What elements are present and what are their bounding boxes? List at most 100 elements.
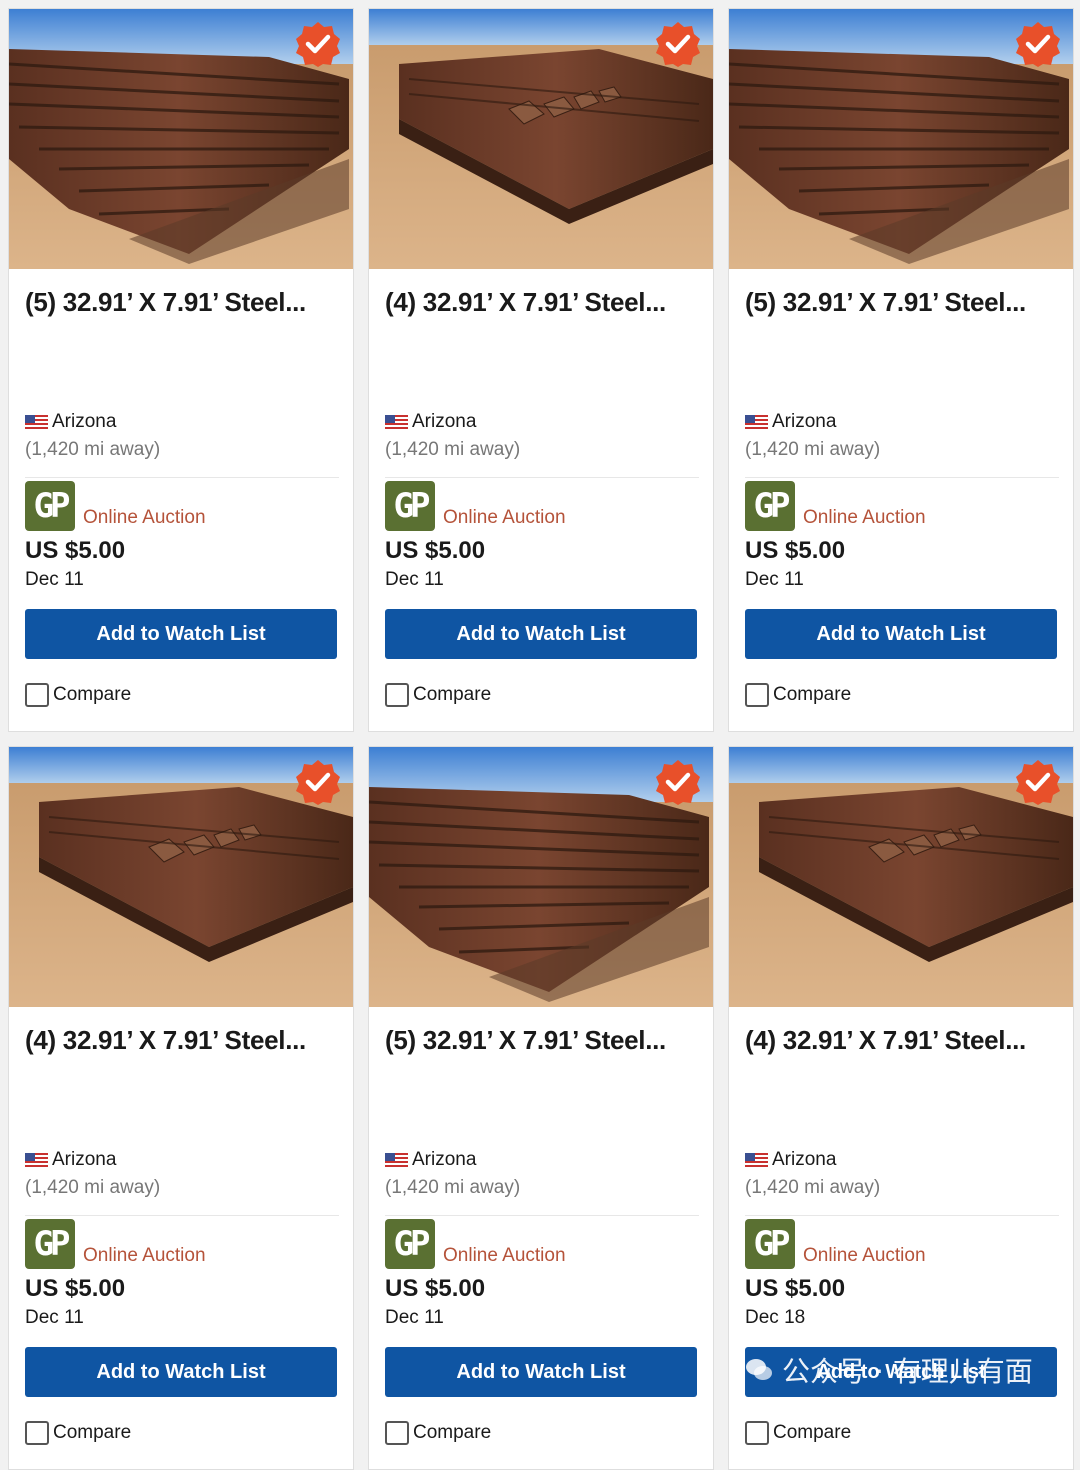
price: US $5.00	[25, 537, 126, 564]
sale-date: Dec 11	[25, 1307, 84, 1328]
add-to-watch-list-button[interactable]: Add to Watch List	[385, 1347, 697, 1397]
listing-title[interactable]: (5) 32.91’ X 7.91’ Steel...	[25, 287, 306, 318]
location-label: Arizona	[412, 411, 477, 432]
us-flag-icon	[25, 1152, 48, 1168]
add-to-watch-list-button[interactable]: Add to Watch List	[25, 1347, 337, 1397]
listing-title[interactable]: (5) 32.91’ X 7.91’ Steel...	[385, 1025, 666, 1056]
listing-photo[interactable]	[729, 9, 1073, 269]
us-flag-icon	[745, 414, 768, 430]
compare-checkbox[interactable]	[745, 683, 769, 707]
compare-toggle[interactable]: Compare	[25, 1421, 131, 1445]
compare-label: Compare	[413, 1422, 492, 1443]
add-to-watch-list-button[interactable]: Add to Watch List	[25, 609, 337, 659]
compare-toggle[interactable]: Compare	[385, 683, 491, 707]
listing-title[interactable]: (4) 32.91’ X 7.91’ Steel...	[25, 1025, 306, 1056]
us-flag-icon	[385, 1152, 408, 1168]
watermark: 公众号 · 有理儿有面	[744, 1350, 1033, 1390]
add-to-watch-list-button[interactable]: Add to Watch List	[745, 609, 1057, 659]
location-label: Arizona	[772, 1149, 837, 1170]
wechat-icon	[746, 1359, 772, 1380]
sale-type: Online Auction	[83, 1245, 206, 1266]
location: Arizona	[25, 1149, 116, 1171]
listing-title[interactable]: (4) 32.91’ X 7.91’ Steel...	[385, 287, 666, 318]
sale-date: Dec 11	[25, 569, 84, 590]
listing-photo[interactable]	[9, 747, 353, 1007]
listing-photo[interactable]	[729, 747, 1073, 1007]
verified-badge-icon	[656, 22, 700, 67]
price: US $5.00	[25, 1275, 126, 1302]
compare-checkbox[interactable]	[385, 683, 409, 707]
compare-checkbox[interactable]	[745, 1421, 769, 1445]
compare-toggle[interactable]: Compare	[745, 683, 851, 707]
distance: (1,420 mi away)	[25, 1177, 161, 1198]
sale-type: Online Auction	[83, 507, 206, 528]
us-flag-icon	[385, 414, 408, 430]
add-to-watch-list-button[interactable]: Add to Watch List	[385, 609, 697, 659]
sale-date: Dec 11	[385, 1307, 444, 1328]
divider	[385, 1215, 699, 1216]
distance: (1,420 mi away)	[385, 1177, 521, 1198]
seller-logo[interactable]: GP	[385, 1219, 435, 1269]
compare-checkbox[interactable]	[25, 683, 49, 707]
compare-label: Compare	[773, 1422, 852, 1443]
compare-label: Compare	[53, 684, 132, 705]
price: US $5.00	[385, 537, 486, 564]
compare-checkbox[interactable]	[385, 1421, 409, 1445]
compare-toggle[interactable]: Compare	[385, 1421, 491, 1445]
divider	[25, 477, 339, 478]
price: US $5.00	[745, 1275, 846, 1302]
sale-date: Dec 11	[745, 569, 804, 590]
sale-date: Dec 18	[745, 1307, 806, 1328]
seller-logo[interactable]: GP	[745, 1219, 795, 1269]
sale-type: Online Auction	[443, 1245, 566, 1266]
distance: (1,420 mi away)	[745, 439, 881, 460]
price: US $5.00	[385, 1275, 486, 1302]
listing-title[interactable]: (4) 32.91’ X 7.91’ Steel...	[745, 1025, 1026, 1056]
listing-card[interactable]: (4) 32.91’ X 7.91’ Steel... Arizona (1,4…	[8, 746, 354, 1470]
distance: (1,420 mi away)	[25, 439, 161, 460]
compare-checkbox[interactable]	[25, 1421, 49, 1445]
seller-logo[interactable]: GP	[25, 481, 75, 531]
location-label: Arizona	[52, 1149, 117, 1170]
seller-logo[interactable]: GP	[25, 1219, 75, 1269]
listing-card[interactable]: (4) 32.91’ X 7.91’ Steel... Arizona (1,4…	[368, 8, 714, 732]
sale-type: Online Auction	[443, 507, 566, 528]
listing-card[interactable]: (5) 32.91’ X 7.91’ Steel... Arizona (1,4…	[8, 8, 354, 732]
divider	[25, 1215, 339, 1216]
compare-label: Compare	[53, 1422, 132, 1443]
compare-label: Compare	[413, 684, 492, 705]
listing-card[interactable]: (5) 32.91’ X 7.91’ Steel... Arizona (1,4…	[368, 746, 714, 1470]
verified-badge-icon	[1016, 22, 1060, 67]
us-flag-icon	[25, 414, 48, 430]
verified-badge-icon	[656, 760, 700, 805]
location: Arizona	[385, 1149, 476, 1171]
seller-logo[interactable]: GP	[385, 481, 435, 531]
location-label: Arizona	[52, 411, 117, 432]
sale-type: Online Auction	[803, 507, 926, 528]
compare-label: Compare	[773, 684, 852, 705]
location-label: Arizona	[412, 1149, 477, 1170]
verified-badge-icon	[296, 760, 340, 805]
listing-card[interactable]: (5) 32.91’ X 7.91’ Steel... Arizona (1,4…	[728, 8, 1074, 732]
sale-type: Online Auction	[803, 1245, 926, 1266]
listing-title[interactable]: (5) 32.91’ X 7.91’ Steel...	[745, 287, 1026, 318]
compare-toggle[interactable]: Compare	[25, 683, 131, 707]
us-flag-icon	[745, 1152, 768, 1168]
location-label: Arizona	[772, 411, 837, 432]
compare-toggle[interactable]: Compare	[745, 1421, 851, 1445]
divider	[385, 477, 699, 478]
verified-badge-icon	[1016, 760, 1060, 805]
divider	[745, 1215, 1059, 1216]
location: Arizona	[745, 1149, 836, 1171]
location: Arizona	[25, 411, 116, 433]
distance: (1,420 mi away)	[385, 439, 521, 460]
listing-photo[interactable]	[369, 9, 713, 269]
price: US $5.00	[745, 537, 846, 564]
listing-grid: (5) 32.91’ X 7.91’ Steel... Arizona (1,4…	[8, 8, 1074, 1470]
listing-photo[interactable]	[9, 9, 353, 269]
seller-logo[interactable]: GP	[745, 481, 795, 531]
listing-photo[interactable]	[369, 747, 713, 1007]
location: Arizona	[385, 411, 476, 433]
distance: (1,420 mi away)	[745, 1177, 881, 1198]
divider	[745, 477, 1059, 478]
